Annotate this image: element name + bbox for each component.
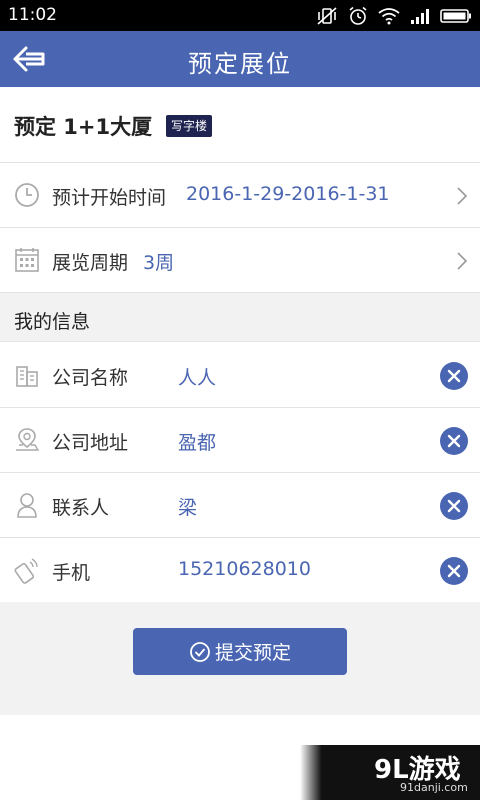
company-name-row[interactable]: 公司名称 人人 bbox=[0, 343, 480, 408]
person-icon bbox=[17, 493, 37, 518]
company-name-value[interactable]: 人人 bbox=[178, 363, 216, 390]
check-circle-icon bbox=[190, 641, 210, 662]
close-icon bbox=[447, 369, 461, 383]
status-time: 11:02 bbox=[8, 5, 57, 25]
battery-icon bbox=[440, 9, 471, 23]
watermark-url: 91danji.com bbox=[400, 781, 468, 794]
watermark: 9L游戏 91danji.com bbox=[300, 745, 480, 800]
company-name-label: 公司名称 bbox=[52, 367, 129, 389]
start-time-label: 预计开始时间 bbox=[52, 187, 167, 209]
building-icon bbox=[16, 366, 38, 387]
clear-phone-button[interactable] bbox=[440, 557, 468, 585]
signal-icon bbox=[411, 9, 429, 24]
venue-type-badge: 写字楼 bbox=[166, 115, 213, 137]
start-time-row[interactable]: 预计开始时间 2016-1-29-2016-1-31 bbox=[0, 163, 480, 228]
vibrate-off-icon bbox=[317, 7, 337, 25]
company-address-label: 公司地址 bbox=[52, 432, 129, 454]
wifi-icon bbox=[378, 8, 400, 25]
my-info-section-header: 我的信息 bbox=[0, 293, 480, 342]
submit-booking-label: 提交预定 bbox=[214, 642, 291, 664]
alarm-icon bbox=[349, 6, 367, 25]
footer: 提交预定 bbox=[0, 602, 480, 715]
clear-company-address-button[interactable] bbox=[440, 427, 468, 455]
phone-label: 手机 bbox=[52, 562, 91, 584]
close-icon bbox=[447, 564, 461, 578]
exhibition-period-value: 3周 bbox=[143, 252, 175, 274]
company-address-value[interactable]: 盈都 bbox=[178, 428, 216, 455]
close-icon bbox=[447, 499, 461, 513]
venue-header: 预定 1+1大厦 写字楼 bbox=[0, 87, 480, 163]
exhibition-period-row[interactable]: 展览周期 3周 bbox=[0, 228, 480, 293]
clock-icon bbox=[15, 183, 39, 207]
chevron-right-icon bbox=[457, 252, 468, 270]
status-bar: 11:02 bbox=[0, 0, 480, 31]
phone-row[interactable]: 手机 15210628010 bbox=[0, 538, 480, 603]
clear-company-name-button[interactable] bbox=[440, 362, 468, 390]
calendar-icon bbox=[15, 248, 39, 272]
status-icons bbox=[316, 6, 472, 26]
phone-value[interactable]: 15210628010 bbox=[178, 558, 311, 580]
clear-contact-button[interactable] bbox=[440, 492, 468, 520]
mobile-phone-icon bbox=[14, 558, 38, 584]
close-icon bbox=[447, 434, 461, 448]
contact-label: 联系人 bbox=[52, 497, 110, 519]
venue-name: 预定 1+1大厦 bbox=[14, 115, 153, 139]
chevron-right-icon bbox=[457, 187, 468, 205]
app-bar: 预定展位 bbox=[0, 31, 480, 87]
start-time-value: 2016-1-29-2016-1-31 bbox=[186, 183, 390, 205]
location-pin-icon bbox=[16, 428, 40, 451]
submit-booking-button[interactable]: 提交预定 bbox=[133, 628, 347, 675]
page-title: 预定展位 bbox=[188, 50, 292, 78]
exhibition-period-label: 展览周期 bbox=[52, 252, 129, 274]
company-address-row[interactable]: 公司地址 盈都 bbox=[0, 408, 480, 473]
contact-row[interactable]: 联系人 梁 bbox=[0, 473, 480, 538]
section-title: 我的信息 bbox=[14, 311, 91, 333]
contact-value[interactable]: 梁 bbox=[178, 493, 197, 520]
